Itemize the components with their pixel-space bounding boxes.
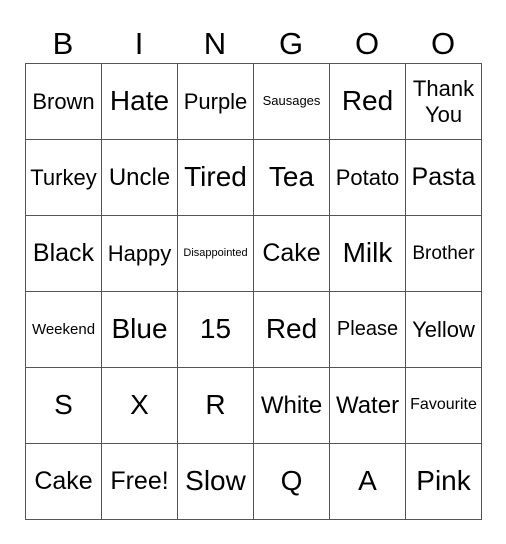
bingo-cell: S bbox=[25, 367, 102, 444]
bingo-cell: Sausages bbox=[253, 63, 330, 140]
grid-row: Weekend Blue 15 Red Please Yellow bbox=[25, 291, 482, 368]
bingo-cell: Pink bbox=[405, 443, 482, 520]
bingo-cell: Black bbox=[25, 215, 102, 292]
bingo-cell: Turkey bbox=[25, 139, 102, 216]
bingo-cell: Happy bbox=[101, 215, 178, 292]
bingo-cell: A bbox=[329, 443, 406, 520]
header-letter: G bbox=[278, 26, 304, 61]
bingo-cell: Cake bbox=[253, 215, 330, 292]
bingo-cell: White bbox=[253, 367, 330, 444]
grid-row: Turkey Uncle Tired Tea Potato Pasta bbox=[25, 139, 482, 216]
header-letter: N bbox=[203, 26, 227, 61]
bingo-cell: Cake bbox=[25, 443, 102, 520]
grid-row: S X R White Water Favourite bbox=[25, 367, 482, 444]
grid-row: Black Happy Disappointed Cake Milk Broth… bbox=[25, 215, 482, 292]
bingo-cell: Brown bbox=[25, 63, 102, 140]
bingo-cell: Thank You bbox=[405, 63, 482, 140]
bingo-cell: Yellow bbox=[405, 291, 482, 368]
header-letter: B bbox=[52, 26, 74, 61]
bingo-cell: Red bbox=[329, 63, 406, 140]
bingo-cell: Favourite bbox=[405, 367, 482, 444]
grid-row: Cake Free! Slow Q A Pink bbox=[25, 443, 482, 520]
bingo-cell: Brother bbox=[405, 215, 482, 292]
bingo-cell: Disappointed bbox=[177, 215, 254, 292]
header-letter: O bbox=[354, 26, 380, 61]
bingo-cell: 15 bbox=[177, 291, 254, 368]
bingo-header: B I N G O O bbox=[25, 26, 481, 62]
bingo-cell: Milk bbox=[329, 215, 406, 292]
bingo-cell: X bbox=[101, 367, 178, 444]
bingo-cell: Potato bbox=[329, 139, 406, 216]
bingo-cell: Q bbox=[253, 443, 330, 520]
bingo-cell: Red bbox=[253, 291, 330, 368]
bingo-cell: Pasta bbox=[405, 139, 482, 216]
bingo-cell: Hate bbox=[101, 63, 178, 140]
bingo-cell: Blue bbox=[101, 291, 178, 368]
header-letter: O bbox=[430, 26, 456, 61]
bingo-cell: Purple bbox=[177, 63, 254, 140]
bingo-cell: Water bbox=[329, 367, 406, 444]
grid-row: Brown Hate Purple Sausages Red Thank You bbox=[25, 63, 482, 140]
bingo-cell: Tea bbox=[253, 139, 330, 216]
bingo-cell: Slow bbox=[177, 443, 254, 520]
bingo-cell: R bbox=[177, 367, 254, 444]
bingo-cell: Uncle bbox=[101, 139, 178, 216]
bingo-grid: Brown Hate Purple Sausages Red Thank You… bbox=[25, 63, 482, 520]
bingo-cell: Tired bbox=[177, 139, 254, 216]
bingo-cell: Weekend bbox=[25, 291, 102, 368]
header-letter: I bbox=[134, 26, 144, 61]
bingo-cell: Please bbox=[329, 291, 406, 368]
bingo-cell: Free! bbox=[101, 443, 178, 520]
